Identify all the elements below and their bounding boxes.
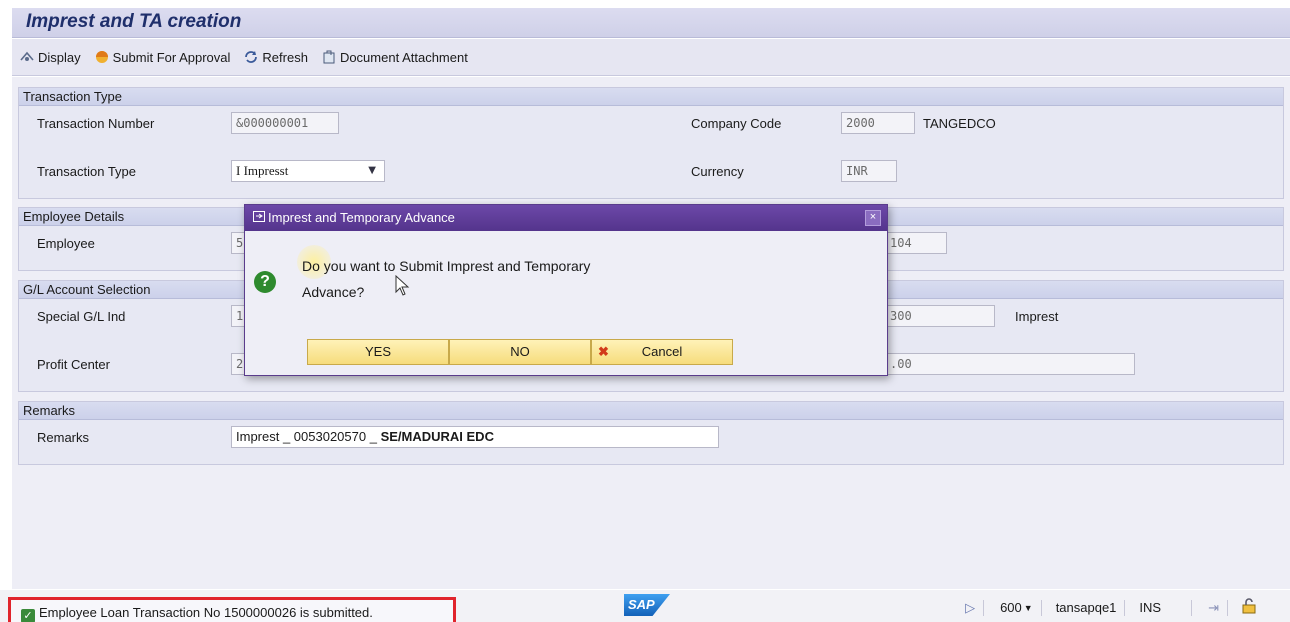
chevron-down-icon[interactable]: ▼ <box>1024 603 1033 613</box>
remarks-text: Imprest _ 0053020570 _ <box>236 429 381 444</box>
system-info: ▷ 600 ▼ tansapqe1 INS ⇥ <box>965 598 1264 617</box>
play-icon[interactable]: ▷ <box>965 600 975 616</box>
input-mode[interactable]: INS <box>1139 600 1161 615</box>
transaction-type-group: Transaction Type Transaction Number &000… <box>18 87 1284 199</box>
refresh-icon <box>242 49 260 65</box>
display-button[interactable]: Display <box>18 49 81 65</box>
company-code-field[interactable]: 2000 <box>841 112 915 134</box>
chevron-down-icon[interactable]: ▼ <box>368 161 376 181</box>
dialog-message-line1: Do you want to Submit Imprest and Tempor… <box>302 258 591 274</box>
separator <box>1040 599 1042 616</box>
employee-right-field[interactable]: 104 <box>885 232 947 254</box>
group-header: Transaction Type <box>19 88 1283 106</box>
separator <box>1124 599 1126 616</box>
dialog-title-bar[interactable]: Imprest and Temporary Advance × <box>245 205 887 231</box>
transaction-type-label: Transaction Type <box>37 164 136 179</box>
cancel-button[interactable]: ✖ Cancel <box>591 339 733 365</box>
gl-account-description: Imprest <box>1015 309 1059 324</box>
cancel-icon: ✖ <box>598 344 609 359</box>
group-header: Remarks <box>19 402 1283 420</box>
success-check-icon: ✓ <box>21 609 35 622</box>
separator <box>1227 599 1228 616</box>
remarks-office: SE/MADURAI EDC <box>380 429 494 444</box>
refresh-button[interactable]: Refresh <box>242 49 308 65</box>
sap-gui-window: Imprest and TA creation Display Submit F… <box>0 0 1290 622</box>
submit-label: Submit For Approval <box>112 49 231 65</box>
dialog-message-line2: Advance? <box>302 284 365 300</box>
submit-icon <box>93 49 111 65</box>
mouse-pointer-icon <box>395 275 410 296</box>
transaction-type-dropdown[interactable]: I Impresst ▼ <box>231 160 385 182</box>
submit-for-approval-button[interactable]: Submit For Approval <box>93 49 231 65</box>
employee-label: Employee <box>37 236 95 251</box>
page-title: Imprest and TA creation <box>26 11 242 32</box>
display-label: Display <box>38 49 81 65</box>
question-icon: ? <box>254 271 276 293</box>
tab-icon[interactable]: ⇥ <box>1208 600 1219 616</box>
yes-button[interactable]: YES <box>307 339 449 365</box>
gl-account-field[interactable]: 300 <box>885 305 995 327</box>
document-attachment-button[interactable]: Document Attachment <box>320 49 468 65</box>
separator <box>983 599 985 616</box>
remarks-group: Remarks Remarks Imprest _ 0053020570 _ S… <box>18 401 1284 465</box>
dialog-message: Do you want to Submit Imprest and Tempor… <box>302 253 662 305</box>
separator <box>1191 599 1193 616</box>
currency-field[interactable]: INR <box>841 160 897 182</box>
title-bar: Imprest and TA creation <box>12 8 1290 38</box>
transaction-number-label: Transaction Number <box>37 116 155 131</box>
profit-center-label: Profit Center <box>37 357 110 372</box>
server-value: tansapqe1 <box>1055 600 1117 615</box>
confirmation-dialog: Imprest and Temporary Advance × ? Do you… <box>244 204 888 376</box>
dialog-title: Imprest and Temporary Advance <box>268 210 455 225</box>
cancel-label: Cancel <box>641 344 683 359</box>
close-icon[interactable]: × <box>865 210 881 226</box>
status-message-text: Employee Loan Transaction No 1500000026 … <box>39 605 373 620</box>
status-bar: ✓ Employee Loan Transaction No 1500000026… <box>0 590 1290 622</box>
client-value[interactable]: 600 <box>1000 600 1022 615</box>
transaction-type-value: I Impresst <box>236 163 289 178</box>
status-message[interactable]: ✓ Employee Loan Transaction No 1500000026… <box>8 597 456 622</box>
company-name: TANGEDCO <box>923 116 996 131</box>
window-icon <box>253 205 265 231</box>
remarks-label: Remarks <box>37 430 90 445</box>
currency-label: Currency <box>691 164 744 179</box>
lock-icon[interactable] <box>1242 598 1256 617</box>
no-button[interactable]: NO <box>449 339 591 365</box>
remarks-field[interactable]: Imprest _ 0053020570 _ SE/MADURAI EDC <box>231 426 719 448</box>
company-code-label: Company Code <box>691 116 782 131</box>
special-gl-ind-label: Special G/L Ind <box>37 309 126 324</box>
application-toolbar: Display Submit For Approval Refresh Docu… <box>12 39 1290 76</box>
transaction-number-field[interactable]: &000000001 <box>231 112 339 134</box>
refresh-label: Refresh <box>262 49 308 65</box>
attachment-icon <box>320 49 338 65</box>
amount-field[interactable]: .00 <box>885 353 1135 375</box>
sap-logo: SAP <box>624 594 670 616</box>
display-icon <box>18 49 36 65</box>
attachment-label: Document Attachment <box>339 49 468 65</box>
